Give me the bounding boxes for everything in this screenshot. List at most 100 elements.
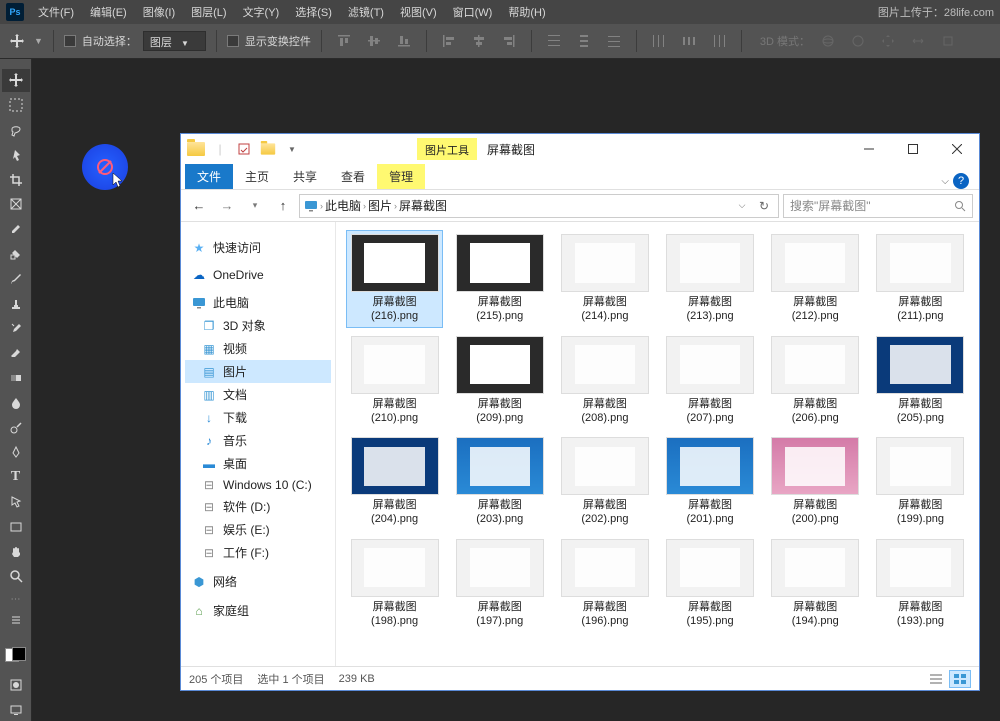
help-icon[interactable]: ? — [953, 173, 969, 189]
stamp-tool[interactable] — [2, 292, 30, 315]
sidebar-videos[interactable]: ▦视频 — [185, 337, 331, 360]
eyedropper-tool[interactable] — [2, 218, 30, 241]
tab-share[interactable]: 共享 — [281, 164, 329, 189]
move-tool-icon[interactable] — [6, 30, 28, 52]
distribute-left-icon[interactable] — [647, 29, 671, 53]
file-item[interactable]: 屏幕截图 (195).png — [661, 535, 758, 633]
sidebar-onedrive[interactable]: ☁OneDrive — [185, 265, 331, 285]
addr-dropdown-icon[interactable]: ⌵ — [732, 200, 752, 211]
show-transform-checkbox[interactable] — [227, 35, 239, 47]
file-item[interactable]: 屏幕截图 (216).png — [346, 230, 443, 328]
file-item[interactable]: 屏幕截图 (205).png — [872, 332, 969, 430]
color-swatches[interactable] — [5, 640, 27, 662]
sidebar-music[interactable]: ♪音乐 — [185, 429, 331, 452]
align-left-icon[interactable] — [437, 29, 461, 53]
view-details-icon[interactable] — [925, 670, 947, 688]
edit-toolbar[interactable] — [2, 609, 30, 632]
sidebar-drive-c[interactable]: ⊟Windows 10 (C:) — [185, 475, 331, 495]
menu-image[interactable]: 图像(I) — [135, 0, 183, 24]
file-item[interactable]: 屏幕截图 (213).png — [661, 230, 758, 328]
search-input[interactable]: 搜索"屏幕截图" — [783, 194, 973, 218]
move-tool[interactable] — [2, 69, 30, 92]
blur-tool[interactable] — [2, 391, 30, 414]
file-item[interactable]: 屏幕截图 (212).png — [767, 230, 864, 328]
file-item[interactable]: 屏幕截图 (201).png — [661, 433, 758, 531]
screen-mode[interactable] — [2, 698, 30, 721]
sidebar-drive-f[interactable]: ⊟工作 (F:) — [185, 541, 331, 564]
brush-tool[interactable] — [2, 267, 30, 290]
history-brush-tool[interactable] — [2, 317, 30, 340]
file-item[interactable]: 屏幕截图 (196).png — [556, 535, 653, 633]
align-vcenter-icon[interactable] — [362, 29, 386, 53]
crumb-this-pc[interactable]: 此电脑 — [325, 197, 361, 214]
files-grid[interactable]: 屏幕截图 (216).png屏幕截图 (215).png屏幕截图 (214).p… — [336, 222, 979, 666]
minimize-button[interactable] — [847, 134, 891, 164]
menu-filter[interactable]: 滤镜(T) — [340, 0, 392, 24]
sidebar-quick-access[interactable]: ★快速访问 — [185, 236, 331, 259]
file-item[interactable]: 屏幕截图 (209).png — [451, 332, 548, 430]
explorer-titlebar[interactable]: | ▼ 图片工具 屏幕截图 — [181, 134, 979, 164]
sidebar-drive-d[interactable]: ⊟软件 (D:) — [185, 495, 331, 518]
menu-help[interactable]: 帮助(H) — [500, 0, 553, 24]
nav-up-icon[interactable]: ↑ — [271, 194, 295, 218]
sidebar-this-pc[interactable]: 此电脑 — [185, 291, 331, 314]
path-select-tool[interactable] — [2, 491, 30, 514]
file-item[interactable]: 屏幕截图 (210).png — [346, 332, 443, 430]
refresh-icon[interactable]: ↻ — [754, 199, 774, 213]
distribute-hcenter-icon[interactable] — [677, 29, 701, 53]
sidebar-pictures[interactable]: ▤图片 — [185, 360, 331, 383]
new-folder-icon[interactable] — [257, 138, 279, 160]
file-item[interactable]: 屏幕截图 (211).png — [872, 230, 969, 328]
file-item[interactable]: 屏幕截图 (207).png — [661, 332, 758, 430]
distribute-vcenter-icon[interactable] — [572, 29, 596, 53]
menu-window[interactable]: 窗口(W) — [445, 0, 501, 24]
auto-select-target[interactable]: 图层 ▼ — [143, 31, 206, 51]
qat-dropdown-icon[interactable]: ▼ — [281, 138, 303, 160]
menu-edit[interactable]: 编辑(E) — [82, 0, 135, 24]
align-top-icon[interactable] — [332, 29, 356, 53]
heal-tool[interactable] — [2, 243, 30, 266]
align-bottom-icon[interactable] — [392, 29, 416, 53]
properties-icon[interactable] — [233, 138, 255, 160]
nav-recent-icon[interactable]: ▾ — [243, 194, 267, 218]
sidebar-documents[interactable]: ▥文档 — [185, 383, 331, 406]
file-item[interactable]: 屏幕截图 (203).png — [451, 433, 548, 531]
nav-forward-icon[interactable]: → — [215, 194, 239, 218]
gradient-tool[interactable] — [2, 367, 30, 390]
file-item[interactable]: 屏幕截图 (206).png — [767, 332, 864, 430]
eraser-tool[interactable] — [2, 342, 30, 365]
auto-select-checkbox[interactable] — [64, 35, 76, 47]
nav-back-icon[interactable]: ← — [187, 194, 211, 218]
crop-tool[interactable] — [2, 168, 30, 191]
sidebar-3d-objects[interactable]: ❐3D 对象 — [185, 314, 331, 337]
file-item[interactable]: 屏幕截图 (215).png — [451, 230, 548, 328]
menu-type[interactable]: 文字(Y) — [235, 0, 288, 24]
hand-tool[interactable] — [2, 540, 30, 563]
file-item[interactable]: 屏幕截图 (202).png — [556, 433, 653, 531]
file-item[interactable]: 屏幕截图 (204).png — [346, 433, 443, 531]
menu-file[interactable]: 文件(F) — [30, 0, 82, 24]
quick-mask[interactable] — [2, 674, 30, 697]
file-item[interactable]: 屏幕截图 (197).png — [451, 535, 548, 633]
sidebar-downloads[interactable]: ↓下载 — [185, 406, 331, 429]
distribute-bottom-icon[interactable] — [602, 29, 626, 53]
file-item[interactable]: 屏幕截图 (200).png — [767, 433, 864, 531]
maximize-button[interactable] — [891, 134, 935, 164]
menu-layer[interactable]: 图层(L) — [183, 0, 234, 24]
distribute-top-icon[interactable] — [542, 29, 566, 53]
address-bar[interactable]: › 此电脑 › 图片 › 屏幕截图 ⌵ ↻ — [299, 194, 779, 218]
tab-home[interactable]: 主页 — [233, 164, 281, 189]
view-thumbnails-icon[interactable] — [949, 670, 971, 688]
file-item[interactable]: 屏幕截图 (214).png — [556, 230, 653, 328]
dodge-tool[interactable] — [2, 416, 30, 439]
frame-tool[interactable] — [2, 193, 30, 216]
align-hcenter-icon[interactable] — [467, 29, 491, 53]
tab-manage[interactable]: 管理 — [377, 164, 425, 189]
close-button[interactable] — [935, 134, 979, 164]
file-item[interactable]: 屏幕截图 (199).png — [872, 433, 969, 531]
sidebar-homegroup[interactable]: ⌂家庭组 — [185, 599, 331, 622]
tab-view[interactable]: 查看 — [329, 164, 377, 189]
lasso-tool[interactable] — [2, 119, 30, 142]
file-item[interactable]: 屏幕截图 (194).png — [767, 535, 864, 633]
sidebar-network[interactable]: ⬢网络 — [185, 570, 331, 593]
